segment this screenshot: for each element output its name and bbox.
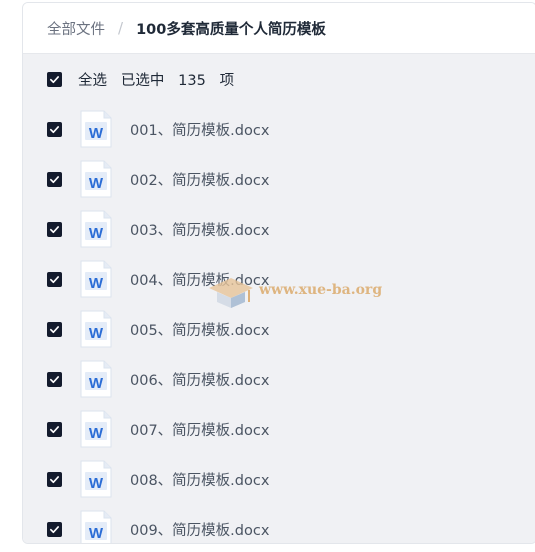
svg-text:W: W (89, 225, 104, 242)
selected-prefix: 已选中 (120, 72, 165, 89)
file-checkbox[interactable] (47, 521, 62, 537)
selected-count: 135 (178, 72, 206, 89)
select-all-text: 全选 (78, 72, 107, 89)
file-checkbox[interactable] (47, 371, 62, 387)
file-row[interactable]: W 004、简历模板.docx (23, 254, 535, 304)
file-checkbox[interactable] (47, 221, 62, 237)
file-checkbox[interactable] (47, 421, 62, 437)
word-doc-icon: W (80, 510, 112, 543)
check-icon (50, 75, 59, 83)
svg-text:W: W (89, 375, 104, 392)
breadcrumb-separator: / (118, 19, 124, 37)
svg-text:W: W (89, 175, 104, 192)
select-all-label: 全选 已选中 135 项 (78, 69, 234, 90)
file-row[interactable]: W 005、简历模板.docx (23, 304, 535, 354)
word-doc-icon: W (80, 160, 112, 198)
file-name[interactable]: 001、简历模板.docx (130, 119, 269, 140)
breadcrumb-current-folder: 100多套高质量个人简历模板 (136, 21, 326, 38)
check-icon (50, 525, 59, 533)
word-doc-icon: W (80, 210, 112, 248)
selected-unit: 项 (219, 72, 235, 89)
svg-text:W: W (89, 525, 104, 542)
file-name[interactable]: 008、简历模板.docx (130, 469, 269, 490)
file-name[interactable]: 006、简历模板.docx (130, 369, 269, 390)
file-row[interactable]: W 006、简历模板.docx (23, 354, 535, 404)
file-list: 全选 已选中 135 项 W 001、简历模板.docx W 002、简历模板.doc… (23, 54, 535, 543)
select-all-checkbox[interactable] (47, 71, 62, 87)
check-icon (50, 225, 59, 233)
svg-text:W: W (89, 125, 104, 142)
file-checkbox[interactable] (47, 471, 62, 487)
file-row[interactable]: W 003、简历模板.docx (23, 204, 535, 254)
word-doc-icon: W (80, 110, 112, 148)
file-row[interactable]: W 009、简历模板.docx (23, 504, 535, 543)
file-row[interactable]: W 008、简历模板.docx (23, 454, 535, 504)
breadcrumb: 全部文件 / 100多套高质量个人简历模板 (23, 3, 535, 54)
check-icon (50, 125, 59, 133)
file-checkbox[interactable] (47, 271, 62, 287)
check-icon (50, 275, 59, 283)
file-name[interactable]: 009、简历模板.docx (130, 519, 269, 540)
file-name[interactable]: 005、简历模板.docx (130, 319, 269, 340)
word-doc-icon: W (80, 260, 112, 298)
word-doc-icon: W (80, 360, 112, 398)
file-row[interactable]: W 002、简历模板.docx (23, 154, 535, 204)
file-name[interactable]: 003、简历模板.docx (130, 219, 269, 240)
check-icon (50, 425, 59, 433)
check-icon (50, 175, 59, 183)
svg-text:W: W (89, 325, 104, 342)
word-doc-icon: W (80, 410, 112, 448)
svg-text:W: W (89, 425, 104, 442)
file-name[interactable]: 004、简历模板.docx (130, 269, 269, 290)
word-doc-icon: W (80, 460, 112, 498)
check-icon (50, 325, 59, 333)
svg-text:W: W (89, 275, 104, 292)
file-row[interactable]: W 007、简历模板.docx (23, 404, 535, 454)
file-checkbox[interactable] (47, 321, 62, 337)
file-browser-panel: 全部文件 / 100多套高质量个人简历模板 全选 已选中 135 项 W 001、… (22, 2, 535, 544)
check-icon (50, 475, 59, 483)
file-checkbox[interactable] (47, 121, 62, 137)
file-name[interactable]: 002、简历模板.docx (130, 169, 269, 190)
file-checkbox[interactable] (47, 171, 62, 187)
select-all-row: 全选 已选中 135 项 (23, 54, 535, 104)
svg-text:W: W (89, 475, 104, 492)
file-row[interactable]: W 001、简历模板.docx (23, 104, 535, 154)
word-doc-icon: W (80, 310, 112, 348)
breadcrumb-root-link[interactable]: 全部文件 (47, 18, 105, 39)
check-icon (50, 375, 59, 383)
file-name[interactable]: 007、简历模板.docx (130, 419, 269, 440)
